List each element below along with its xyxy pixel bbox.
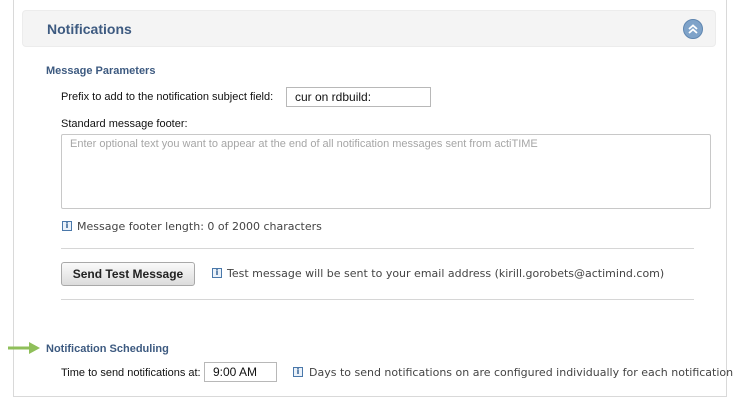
info-icon: i [212,268,222,278]
info-icon: i [293,367,303,377]
scheduling-hint: Days to send notifications on are config… [309,366,734,379]
double-chevron-up-icon[interactable] [683,19,703,39]
footer-textarea[interactable] [61,134,711,209]
prefix-input[interactable] [286,87,431,107]
test-message-hint: Test message will be sent to your email … [227,267,665,280]
section-header: Notifications [22,10,716,47]
info-icon: i [62,221,72,231]
section-title: Notifications [47,21,132,37]
divider [61,248,694,249]
footer-label: Standard message footer: [61,118,188,130]
time-label: Time to send notifications at: [61,367,201,379]
time-input[interactable] [204,362,277,382]
message-parameters-title: Message Parameters [46,65,156,77]
send-test-message-button[interactable]: Send Test Message [61,262,195,286]
divider [61,299,694,300]
pointer-arrow-icon [8,342,40,354]
prefix-label: Prefix to add to the notification subjec… [61,91,274,103]
footer-length-hint: Message footer length: 0 of 2000 charact… [77,220,322,233]
notification-scheduling-title: Notification Scheduling [46,343,169,355]
